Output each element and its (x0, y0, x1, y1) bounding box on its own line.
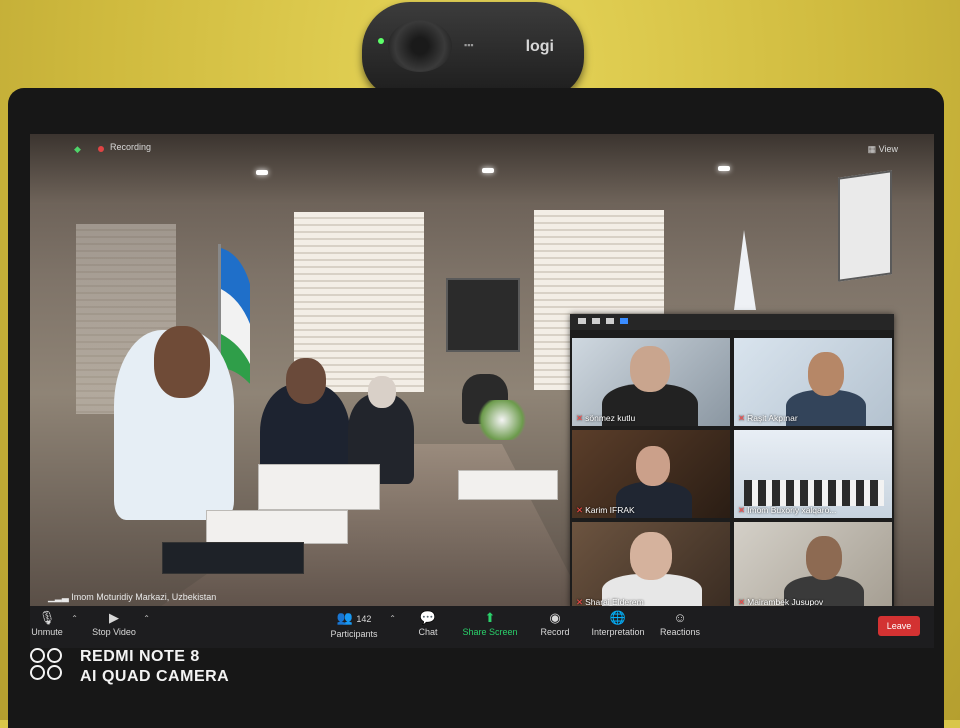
interpretation-button[interactable]: 🌐 Interpretation (586, 610, 650, 637)
webcam-grille: ▪▪▪ (464, 40, 474, 50)
gift-box (458, 470, 558, 500)
ceiling-light (718, 166, 730, 171)
video-tile[interactable]: ✕ sönmez kutlu (572, 338, 730, 426)
tile-person-face (806, 536, 842, 580)
chevron-up-icon[interactable]: ⌃ (389, 614, 396, 623)
chevron-up-icon[interactable]: ⌃ (71, 614, 78, 623)
zoom-meeting-window: ◆ Recording ▦ View ▁▂▃ Imom Moturidiy Ma… (30, 134, 934, 648)
flag-right (734, 230, 756, 310)
smiley-icon: ☺ (673, 610, 687, 625)
gallery-view-panel[interactable]: ✕ sönmez kutlu ✕ Raşit Akpınar ✕ Karim IFRA… (570, 314, 894, 610)
tile-person-face (630, 532, 672, 580)
video-tile[interactable]: ✕ Sharai Elderem (572, 522, 730, 610)
webcam: ▪▪▪ logi (362, 2, 584, 98)
hide-video-icon[interactable] (592, 318, 600, 324)
participants-count: 142 (356, 614, 372, 624)
video-tile[interactable]: ✕ Raşit Akpınar (734, 338, 892, 426)
chat-icon: 💬 (419, 610, 437, 625)
leave-button[interactable]: Leave (878, 616, 920, 636)
video-camera-icon: ▶ (109, 610, 119, 625)
speaker-view-icon[interactable] (606, 318, 614, 324)
wall-picture (446, 278, 520, 352)
active-speaker-label: Imom Moturidiy Markazi, Uzbekistan (71, 592, 217, 602)
webcam-lens (388, 20, 452, 72)
chat-label: Chat (418, 627, 438, 637)
recording-dot-icon (98, 146, 104, 152)
watermark-line-1: REDMI NOTE 8 (80, 648, 200, 665)
globe-icon: 🌐 (609, 610, 627, 625)
recording-indicator[interactable]: Recording (110, 142, 151, 152)
minimize-icon[interactable] (578, 318, 586, 324)
flower-bouquet (474, 400, 530, 440)
participant-second-head (286, 358, 326, 404)
tile-name: ✕ Raşit Akpınar (738, 413, 798, 423)
video-tile[interactable]: ✕ Imom Buxoriy xalqaro... (734, 430, 892, 518)
shield-icon: ◆ (74, 144, 81, 154)
reactions-label: Reactions (659, 627, 701, 637)
chat-button[interactable]: 💬 Chat (414, 610, 442, 637)
active-speaker-name: ▁▂▃ Imom Moturidiy Markazi, Uzbekistan (48, 592, 217, 602)
watermark-line-2: AI QUAD CAMERA (80, 668, 230, 685)
record-icon: ◉ (549, 610, 561, 625)
folder-on-table (162, 542, 304, 574)
share-screen-label: Share Screen (462, 627, 518, 637)
gallery-toolbar (570, 314, 894, 330)
tile-person-face (630, 346, 670, 392)
muted-mic-icon: 🎙 (38, 610, 56, 625)
tile-meeting-room (744, 480, 884, 506)
unmute-label: Unmute (31, 627, 63, 637)
tile-name: ✕ Imom Buxoriy xalqaro... (738, 505, 837, 515)
gift-box (258, 464, 380, 510)
participants-icon: 👥 142 (336, 610, 372, 625)
tile-person-face (808, 352, 844, 396)
view-label: View (878, 144, 898, 154)
share-screen-button[interactable]: ⬆ Share Screen (460, 610, 520, 637)
tile-name: ✕ Karim IFRAK (576, 505, 635, 515)
video-tile[interactable]: ✕ Mairambek Jusupov (734, 522, 892, 610)
gallery-view-icon[interactable] (620, 318, 628, 324)
view-button[interactable]: ▦ View (868, 144, 898, 155)
reactions-button[interactable]: ☺ Reactions (658, 610, 702, 637)
meeting-controls-bar: 🎙 Unmute ⌃ ▶ Stop Video ⌃ 👥 142 Particip… (30, 606, 934, 648)
tile-name: ✕ sönmez kutlu (576, 413, 636, 423)
stop-video-label: Stop Video (92, 627, 136, 637)
ceiling-light (256, 170, 268, 175)
unmute-button[interactable]: 🎙 Unmute ⌃ (30, 610, 78, 637)
muted-mic-icon: ✕ (738, 413, 746, 423)
tile-person-face (636, 446, 670, 486)
stop-video-button[interactable]: ▶ Stop Video ⌃ (92, 610, 150, 637)
participants-label: Participants (330, 629, 378, 639)
muted-mic-icon: ✕ (738, 505, 746, 515)
webcam-led (378, 38, 384, 44)
record-label: Record (540, 627, 570, 637)
participant-third-head (368, 376, 396, 408)
chevron-up-icon[interactable]: ⌃ (143, 614, 150, 623)
muted-mic-icon: ✕ (576, 413, 584, 423)
participants-button[interactable]: 👥 142 Participants ⌃ (326, 610, 396, 639)
participant-left-head (154, 326, 210, 398)
record-button[interactable]: ◉ Record (538, 610, 572, 637)
video-tile[interactable]: ✕ Karim IFRAK (572, 430, 730, 518)
interpretation-label: Interpretation (591, 627, 645, 637)
quad-camera-logo-icon (30, 648, 66, 684)
muted-mic-icon: ✕ (576, 505, 584, 515)
webcam-brand-logo: logi (525, 38, 554, 55)
share-screen-icon: ⬆ (484, 610, 496, 625)
ceiling-light (482, 168, 494, 173)
wall-painting (838, 170, 892, 282)
gift-box (206, 510, 348, 544)
